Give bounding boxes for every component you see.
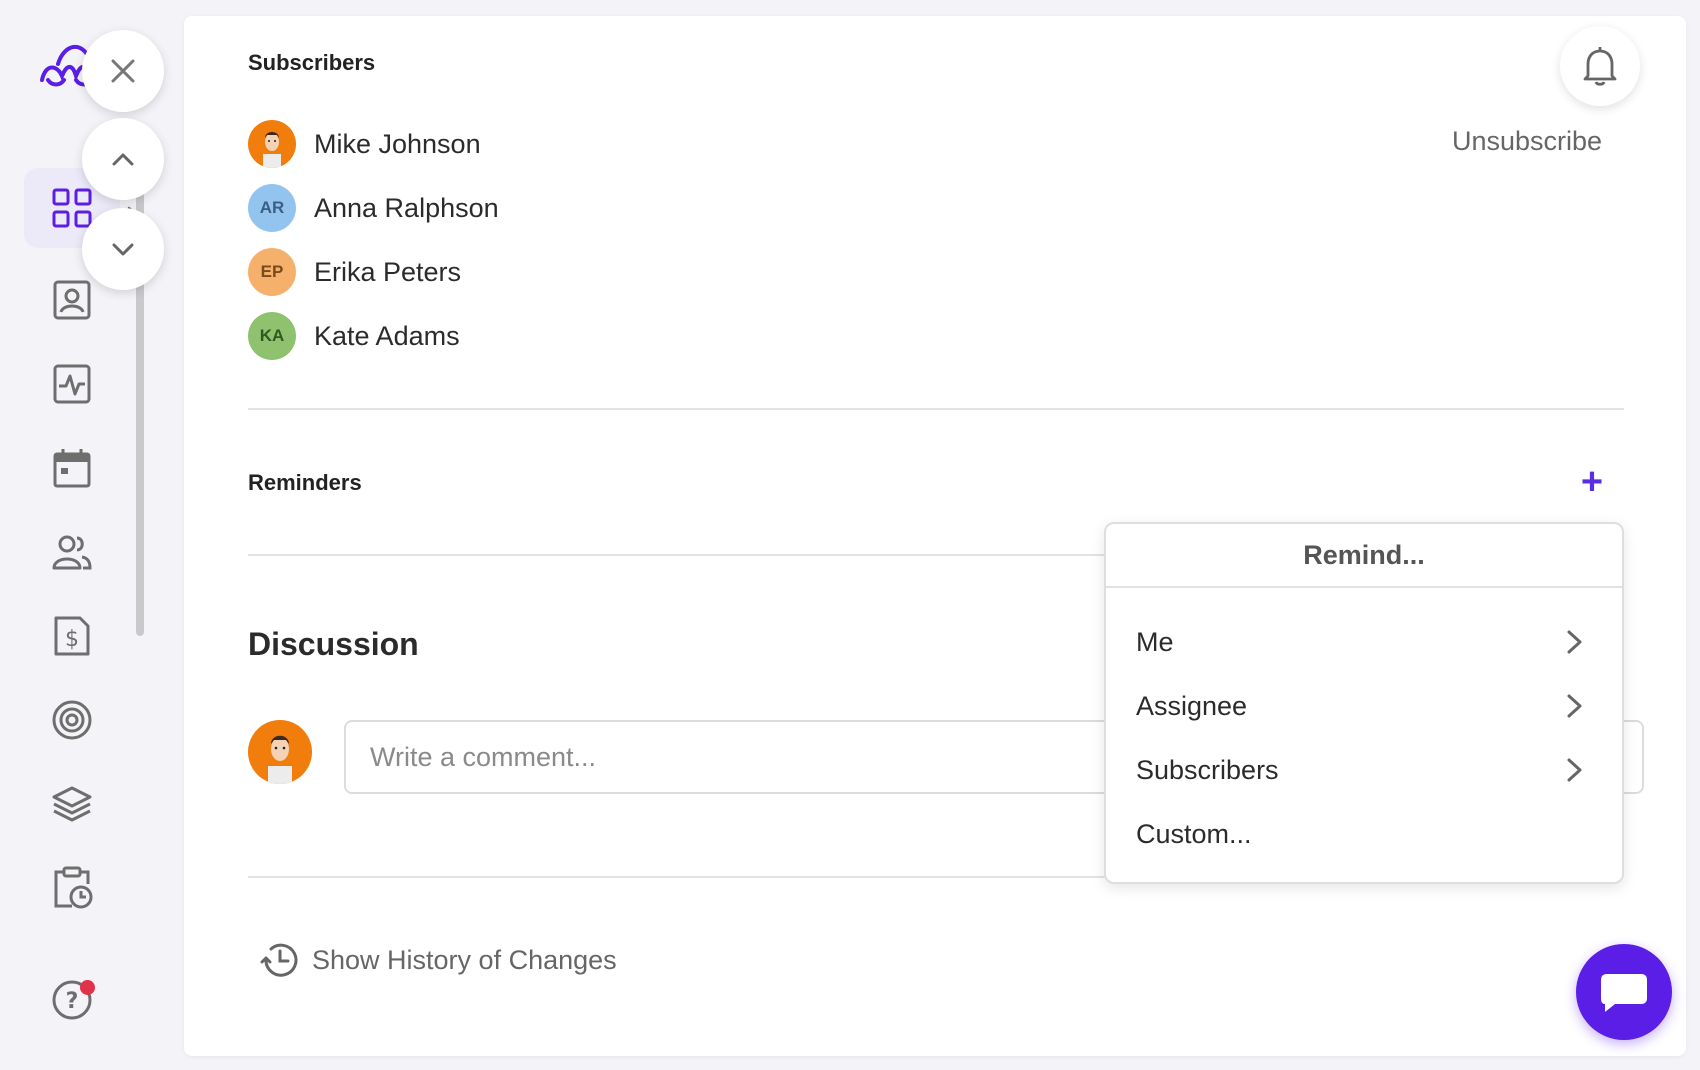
chevron-down-icon (112, 243, 134, 256)
subscriber-name: Mike Johnson (314, 128, 481, 159)
sidebar-item-calendar[interactable] (24, 428, 120, 508)
person-avatar-icon (263, 132, 281, 168)
subscribers-title: Subscribers (248, 50, 376, 75)
notification-dot (80, 980, 95, 995)
divider (248, 408, 1624, 410)
invoice-dollar-icon: $ (54, 616, 90, 656)
bell-icon (1583, 47, 1617, 86)
chevron-right-icon (1567, 630, 1582, 654)
sidebar-item-layers[interactable] (24, 764, 120, 844)
remind-dropdown: Remind... Me Assignee Subscribers Custom… (1104, 522, 1624, 884)
clipboard-clock-icon (54, 866, 93, 909)
subscriber-name: Anna Ralphson (314, 192, 499, 223)
contact-card-icon (53, 280, 91, 320)
subscriber-row: KA Kate Adams (248, 312, 460, 360)
avatar: KA (248, 312, 296, 360)
current-user-avatar (248, 720, 312, 784)
close-icon (111, 59, 135, 83)
menu-item-label: Subscribers (1136, 754, 1279, 785)
remind-assignee-item[interactable]: Assignee (1136, 680, 1586, 732)
calendar-icon (53, 449, 91, 488)
chevron-right-icon (1567, 694, 1582, 718)
subscriber-name: Kate Adams (314, 320, 460, 351)
chat-bubble-icon (1601, 974, 1647, 1012)
avatar: EP (248, 248, 296, 296)
divider (248, 554, 1108, 556)
dropdown-header: Remind... (1106, 524, 1622, 588)
sidebar-item-help[interactable]: ? (24, 960, 120, 1040)
divider (248, 876, 1108, 878)
person-avatar-icon (268, 735, 292, 784)
subscriber-name: Erika Peters (314, 256, 462, 287)
discussion-title: Discussion (248, 626, 419, 662)
target-icon (52, 700, 92, 740)
sidebar-item-activity[interactable] (24, 344, 120, 424)
subscriber-row: EP Erika Peters (248, 248, 461, 296)
layers-icon (52, 786, 92, 822)
sidebar-item-contacts[interactable] (24, 260, 120, 340)
menu-item-label: Custom... (1136, 818, 1252, 849)
subscriber-row: Mike Johnson (248, 120, 481, 168)
notifications-button[interactable] (1560, 26, 1640, 106)
menu-item-label: Me (1136, 626, 1174, 657)
history-clock-icon (260, 943, 298, 977)
sidebar-item-goals[interactable] (24, 680, 120, 760)
chat-button[interactable] (1576, 944, 1672, 1040)
close-sidebar-button[interactable] (82, 30, 164, 112)
reminders-title: Reminders (248, 470, 362, 495)
svg-text:?: ? (66, 989, 79, 1014)
avatar (248, 120, 296, 168)
users-icon (52, 535, 92, 570)
show-history-link[interactable]: Show History of Changes (258, 938, 617, 982)
subscriber-row: AR Anna Ralphson (248, 184, 499, 232)
unsubscribe-link[interactable]: Unsubscribe (1452, 126, 1602, 157)
sidebar-item-invoices[interactable]: $ (24, 596, 120, 676)
chevron-right-icon (1567, 758, 1582, 782)
remind-me-item[interactable]: Me (1136, 616, 1586, 668)
sidebar-item-timesheets[interactable] (24, 848, 120, 928)
sidebar-item-users[interactable] (24, 512, 120, 592)
remind-custom-item[interactable]: Custom... (1136, 808, 1586, 860)
dashboard-grid-icon (52, 188, 92, 228)
svg-text:$: $ (65, 627, 79, 652)
show-history-label: Show History of Changes (312, 944, 617, 975)
remind-subscribers-item[interactable]: Subscribers (1136, 744, 1586, 796)
chevron-up-icon (112, 153, 134, 166)
avatar: AR (248, 184, 296, 232)
add-reminder-button[interactable]: + (1572, 461, 1612, 503)
activity-pulse-icon (53, 364, 91, 404)
sidebar: $ ? (0, 0, 168, 1070)
menu-item-label: Assignee (1136, 690, 1248, 721)
scroll-up-button[interactable] (82, 118, 164, 200)
